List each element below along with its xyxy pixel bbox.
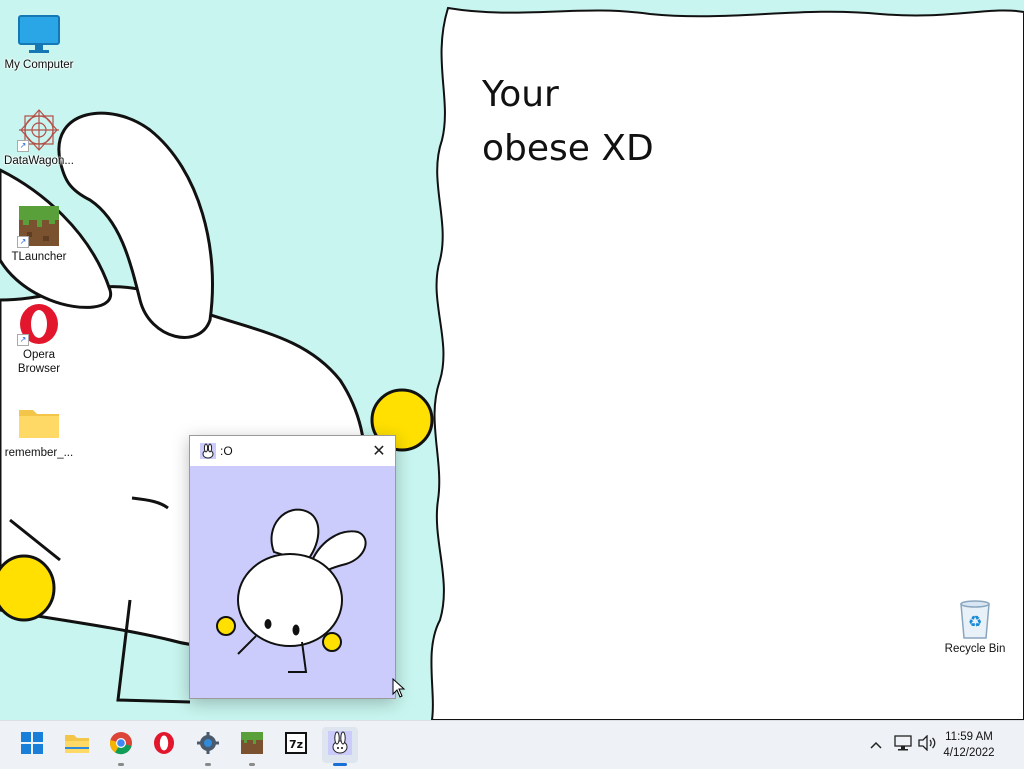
app-window[interactable]: :O ✕ — [189, 435, 396, 699]
opera-icon: ↗ — [17, 302, 61, 346]
desktop-icon-folder[interactable]: remember_... — [0, 392, 78, 460]
note-line: Your — [482, 74, 559, 115]
taskbar: 7z 11:59 AM 4/12/2022 — [0, 720, 1024, 769]
shortcut-arrow-icon: ↗ — [17, 334, 29, 346]
folder-icon — [64, 732, 90, 759]
desktop-icon-label: Recycle Bin — [944, 643, 1006, 655]
window-title: :O — [220, 444, 233, 458]
taskbar-bunny-app[interactable] — [322, 727, 358, 766]
grass-block-icon — [240, 731, 264, 760]
bunny-icon — [328, 730, 352, 760]
web-pattern-icon: ↗ — [17, 108, 61, 152]
note-line: obese XD — [482, 128, 654, 169]
taskbar-tlauncher[interactable] — [234, 727, 270, 766]
taskbar-file-explorer[interactable] — [59, 727, 95, 763]
svg-text:7z: 7z — [289, 738, 303, 751]
svg-text:♻: ♻ — [968, 612, 982, 631]
desktop-icon-tlauncher[interactable]: ↗ TLauncher — [0, 196, 78, 264]
bunny-illustration — [190, 466, 395, 698]
desktop-icon-my-computer[interactable]: My Computer — [0, 4, 78, 72]
taskbar-chrome[interactable] — [103, 727, 139, 766]
chevron-up-icon — [870, 736, 882, 754]
mouse-cursor-icon — [392, 678, 406, 698]
taskbar-7zip[interactable]: 7z — [278, 727, 314, 763]
chrome-icon — [109, 731, 133, 760]
monitor-icon — [17, 12, 61, 56]
running-indicator — [333, 763, 347, 766]
network-icon — [894, 734, 912, 756]
opera-icon — [153, 731, 175, 760]
clock-date: 4/12/2022 — [943, 747, 995, 759]
show-hidden-icons-button[interactable] — [866, 721, 886, 769]
windows-logo-icon — [21, 731, 43, 759]
clock-time: 11:59 AM — [945, 731, 993, 743]
window-titlebar[interactable]: :O ✕ — [190, 436, 395, 466]
desktop-icon-label: TLauncher — [11, 251, 67, 263]
desktop-icon-datawagon[interactable]: ↗ DataWagon... — [0, 100, 78, 168]
folder-icon — [17, 400, 61, 444]
network-button[interactable] — [892, 721, 914, 769]
desktop-icon-recycle-bin[interactable]: ♻ Recycle Bin — [936, 588, 1014, 656]
taskbar-clock[interactable]: 11:59 AM 4/12/2022 — [934, 729, 1004, 761]
taskbar-settings[interactable] — [190, 727, 226, 766]
start-button[interactable] — [14, 727, 50, 763]
desktop-icon-label: Opera Browser — [17, 349, 61, 375]
desktop-icon-label: remember_... — [4, 447, 74, 459]
7zip-icon: 7z — [284, 731, 308, 760]
desktop-icon-opera[interactable]: ↗ Opera Browser — [0, 294, 78, 376]
close-icon[interactable]: ✕ — [363, 436, 395, 466]
grass-block-icon: ↗ — [17, 204, 61, 248]
desktop-icon-label: DataWagon... — [4, 155, 74, 167]
running-indicator — [205, 763, 211, 766]
shortcut-arrow-icon: ↗ — [17, 140, 29, 152]
bunny-icon — [200, 443, 216, 459]
wallpaper-note: Your obese XD — [482, 68, 654, 176]
shortcut-arrow-icon: ↗ — [17, 236, 29, 248]
gear-icon — [196, 731, 220, 760]
taskbar-opera[interactable] — [146, 727, 182, 763]
running-indicator — [118, 763, 124, 766]
running-indicator — [249, 763, 255, 766]
desktop-icon-label: My Computer — [4, 59, 74, 71]
recycle-bin-icon: ♻ — [953, 596, 997, 640]
window-canvas — [190, 466, 395, 698]
